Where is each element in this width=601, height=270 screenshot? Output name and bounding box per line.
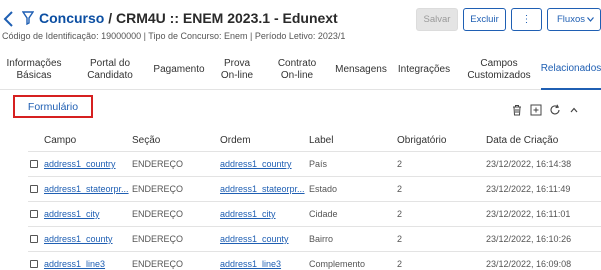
row-checkbox[interactable]: [30, 260, 38, 268]
record-path: / CRM4U :: ENEM 2023.1 - Edunext: [108, 10, 338, 26]
tab-contrato-online[interactable]: Contrato On-line: [273, 50, 321, 90]
column-header-obrigatorio[interactable]: Obrigatório: [397, 135, 446, 146]
more-options-button[interactable]: ⋮: [511, 8, 542, 31]
record-header: Concurso / CRM4U :: ENEM 2023.1 - Edunex…: [0, 0, 601, 46]
table-header: Campo Seção Ordem Label Obrigatório Data…: [0, 131, 601, 151]
ordem-link[interactable]: address1_county: [220, 234, 306, 244]
row-checkbox[interactable]: [30, 235, 38, 243]
entity-link[interactable]: Concurso: [39, 10, 104, 26]
delete-button[interactable]: Excluir: [463, 8, 506, 31]
obrigatorio-cell: 2: [397, 159, 403, 169]
add-icon[interactable]: [530, 104, 542, 116]
column-header-secao[interactable]: Seção: [132, 135, 160, 146]
chevron-down-icon: [587, 17, 594, 22]
page-title: Concurso / CRM4U :: ENEM 2023.1 - Edunex…: [39, 10, 338, 26]
ordem-link[interactable]: address1_line3: [220, 259, 306, 269]
section-title: Formulário: [13, 95, 93, 118]
obrigatorio-cell: 2: [397, 234, 403, 244]
obrigatorio-cell: 2: [397, 209, 403, 219]
data-criacao-cell: 23/12/2022, 16:10:26: [486, 234, 572, 244]
secao-cell: ENDEREÇO: [132, 234, 184, 244]
data-criacao-cell: 23/12/2022, 16:14:38: [486, 159, 572, 169]
campo-link[interactable]: address1_stateorpr...: [44, 184, 130, 194]
row-checkbox[interactable]: [30, 210, 38, 218]
record-subtitle: Código de Identificação: 19000000 | Tipo…: [2, 31, 346, 41]
save-button[interactable]: Salvar: [416, 8, 458, 31]
secao-cell: ENDEREÇO: [132, 159, 184, 169]
column-header-ordem[interactable]: Ordem: [220, 135, 251, 146]
refresh-icon[interactable]: [549, 104, 561, 116]
chevron-up-icon[interactable]: [568, 104, 580, 116]
tab-integracoes[interactable]: Integrações: [396, 50, 452, 90]
secao-cell: ENDEREÇO: [132, 259, 184, 269]
campo-link[interactable]: address1_country: [44, 159, 130, 169]
tab-prova-online[interactable]: Prova On-line: [215, 50, 259, 90]
data-criacao-cell: 23/12/2022, 16:11:49: [486, 184, 571, 194]
column-header-campo[interactable]: Campo: [44, 135, 76, 146]
funnel-icon: [22, 11, 34, 25]
label-cell: Estado: [309, 184, 338, 194]
row-checkbox[interactable]: [30, 185, 38, 193]
tab-relacionados[interactable]: Relacionados: [541, 50, 601, 90]
trash-icon[interactable]: [511, 104, 523, 116]
table-row[interactable]: address1_stateorpr... ENDEREÇO address1_…: [28, 176, 601, 201]
row-checkbox[interactable]: [30, 160, 38, 168]
campo-link[interactable]: address1_line3: [44, 259, 130, 269]
label-cell: Cidade: [309, 209, 338, 219]
back-arrow-icon[interactable]: [2, 9, 16, 29]
table-row[interactable]: address1_county ENDEREÇO address1_county…: [28, 226, 601, 251]
data-criacao-cell: 23/12/2022, 16:09:08: [486, 259, 572, 269]
tab-campos-customizados[interactable]: Campos Customizados: [464, 50, 534, 90]
label-cell: País: [309, 159, 328, 169]
tab-informacoes-basicas[interactable]: Informações Básicas: [0, 50, 68, 90]
tab-mensagens[interactable]: Mensagens: [334, 50, 388, 90]
table-row[interactable]: address1_country ENDEREÇO address1_count…: [28, 151, 601, 176]
flows-dropdown-button[interactable]: Fluxos: [547, 8, 601, 31]
tab-portal-candidato[interactable]: Portal do Candidato: [80, 50, 140, 90]
secao-cell: ENDEREÇO: [132, 209, 184, 219]
label-cell: Complemento: [309, 259, 366, 269]
table-row[interactable]: address1_line3 ENDEREÇO address1_line3 C…: [28, 251, 601, 270]
secao-cell: ENDEREÇO: [132, 184, 184, 194]
tab-pagamento[interactable]: Pagamento: [150, 50, 208, 90]
tab-bar: Informações Básicas Portal do Candidato …: [0, 50, 601, 90]
campo-link[interactable]: address1_county: [44, 234, 130, 244]
data-criacao-cell: 23/12/2022, 16:11:01: [486, 209, 571, 219]
obrigatorio-cell: 2: [397, 184, 403, 194]
column-header-label[interactable]: Label: [309, 135, 333, 146]
column-header-data-criacao[interactable]: Data de Criação: [486, 135, 558, 146]
campo-link[interactable]: address1_city: [44, 209, 130, 219]
ordem-link[interactable]: address1_stateorpr...: [220, 184, 306, 194]
ordem-link[interactable]: address1_country: [220, 159, 306, 169]
obrigatorio-cell: 2: [397, 259, 403, 269]
ordem-link[interactable]: address1_city: [220, 209, 306, 219]
label-cell: Bairro: [309, 234, 334, 244]
flows-label: Fluxos: [557, 14, 585, 25]
table-row[interactable]: address1_city ENDEREÇO address1_city Cid…: [28, 201, 601, 226]
